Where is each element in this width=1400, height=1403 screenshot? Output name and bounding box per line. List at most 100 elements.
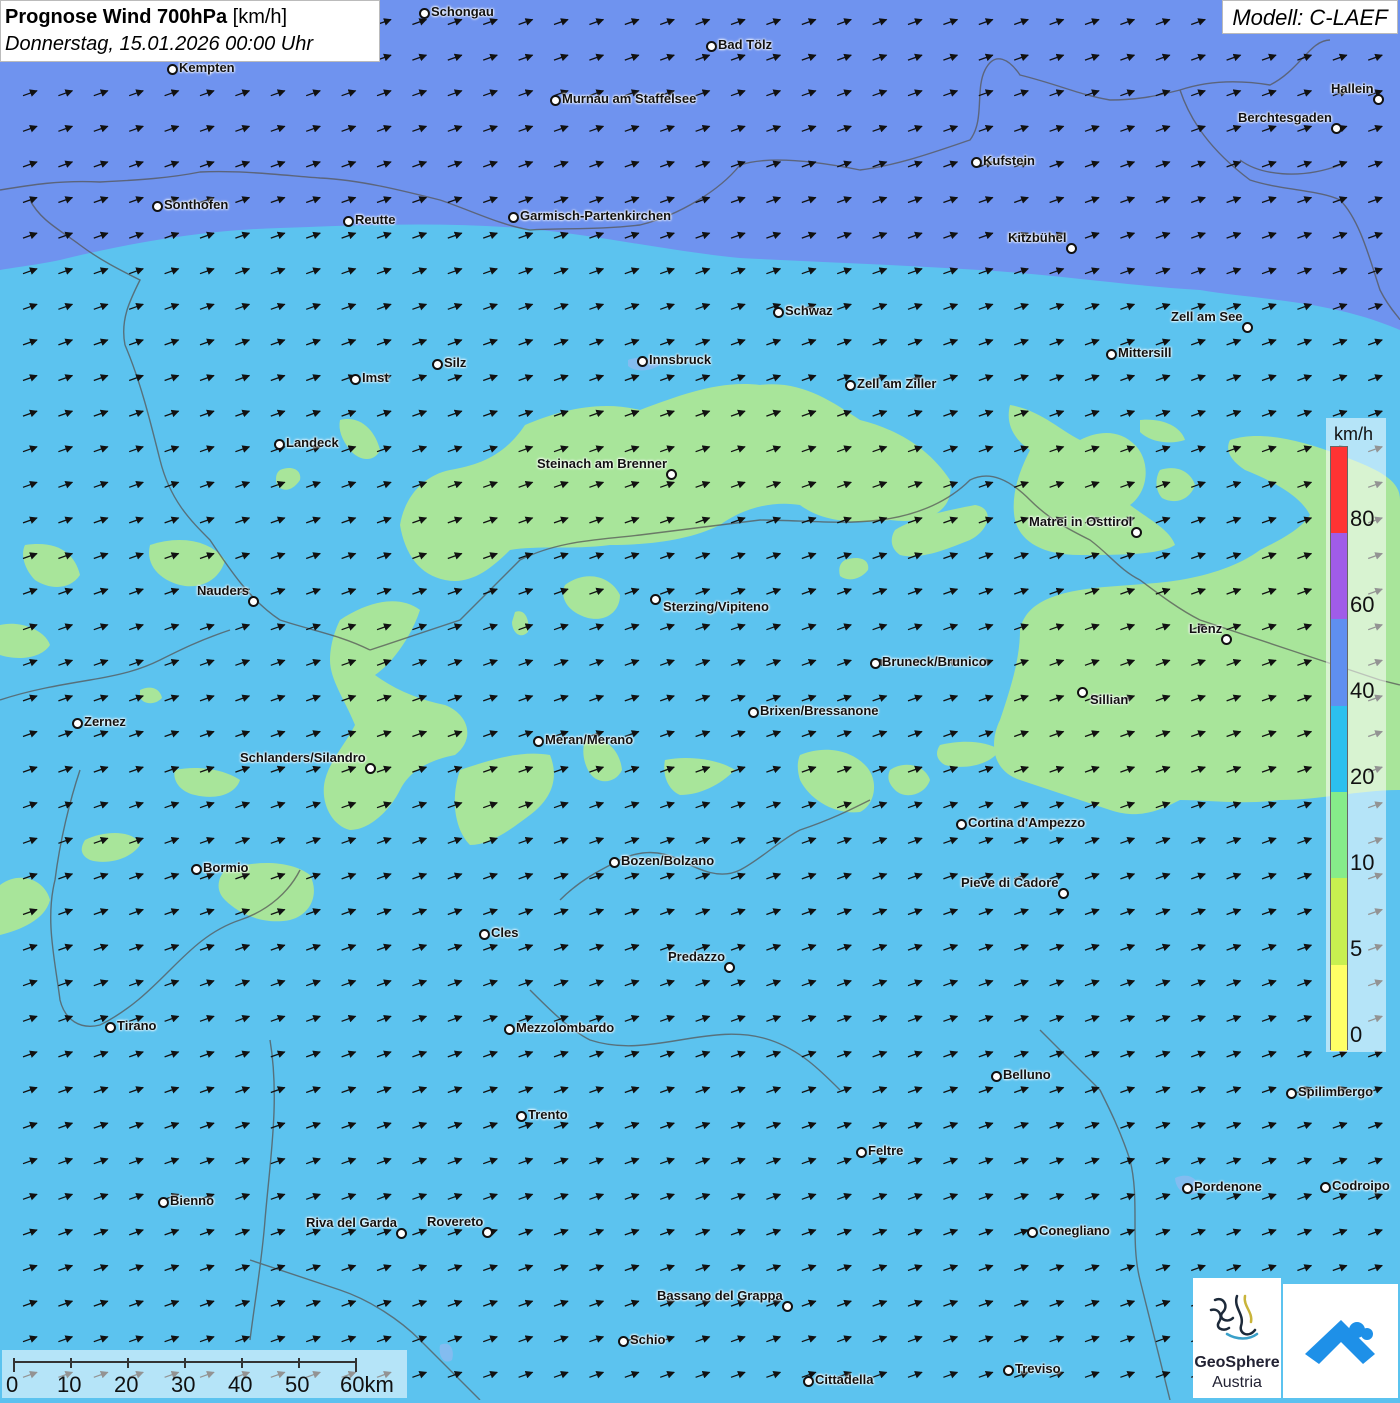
legend-color-step [1331, 878, 1347, 965]
city-marker [1106, 349, 1117, 360]
city-marker [516, 1111, 527, 1122]
city-marker [803, 1376, 814, 1387]
legend-tick-label: 60 [1350, 592, 1375, 617]
city-marker [1182, 1183, 1193, 1194]
legend-unit: km/h [1334, 424, 1374, 444]
city-marker [1286, 1088, 1297, 1099]
city-marker [419, 8, 430, 19]
city-marker [1027, 1227, 1038, 1238]
city-label: Zell am See [1171, 309, 1243, 324]
city-marker [1221, 634, 1232, 645]
legend-color-step [1331, 447, 1347, 533]
city-label: Bassano del Grappa [657, 1288, 783, 1303]
city-label: Cortina d'Ampezzo [968, 815, 1086, 830]
legend-tick-label: 20 [1350, 764, 1375, 789]
city-marker [637, 356, 648, 367]
city-marker [550, 95, 561, 106]
city-marker [845, 380, 856, 391]
city-label: Reutte [355, 212, 396, 227]
city-label: Feltre [868, 1143, 904, 1158]
city-marker [991, 1071, 1002, 1082]
legend-color-step [1331, 791, 1347, 879]
city-label: Bozen/Bolzano [621, 853, 715, 868]
city-marker [1373, 94, 1384, 105]
city-label: Tirano [117, 1018, 157, 1033]
legend-tick-label: 80 [1350, 506, 1375, 531]
city-label: Cles [491, 925, 519, 940]
city-marker [191, 864, 202, 875]
city-marker [432, 359, 443, 370]
legend-tick-label: 10 [1350, 850, 1375, 875]
city-marker [650, 594, 661, 605]
scale-label: 60km [340, 1372, 394, 1397]
city-label: Zernez [84, 714, 126, 729]
scale-label: 20 [114, 1372, 139, 1397]
city-marker [773, 307, 784, 318]
city-label: Riva del Garda [306, 1215, 398, 1230]
city-marker [748, 707, 759, 718]
city-label: Sterzing/Vipiteno [663, 599, 769, 614]
city-marker [508, 212, 519, 223]
city-marker [971, 157, 982, 168]
legend-color-step [1331, 619, 1347, 706]
scale-label: 50 [285, 1372, 310, 1397]
city-label: Bruneck/Brunico [882, 654, 987, 669]
city-label: Schlanders/Silandro [240, 750, 366, 765]
city-marker [706, 41, 717, 52]
app-logo[interactable] [1283, 1284, 1398, 1398]
city-marker [856, 1147, 867, 1158]
map-subtitle: Donnerstag, 15.01.2026 00:00 Uhr [5, 33, 313, 55]
city-marker [152, 201, 163, 212]
city-label: Cittadella [815, 1372, 874, 1387]
map-title-box: Prognose Wind 700hPa [km/h] Donnerstag, … [0, 0, 380, 62]
city-label: Steinach am Brenner [537, 456, 668, 471]
city-label: Sonthofen [164, 197, 229, 212]
city-label: Schongau [431, 4, 494, 19]
city-label: Belluno [1003, 1067, 1051, 1082]
city-label: Conegliano [1039, 1223, 1110, 1238]
scale-label: 30 [171, 1372, 196, 1397]
city-marker [365, 763, 376, 774]
legend-color-step [1331, 533, 1347, 620]
legend-tick-label: 40 [1350, 678, 1375, 703]
city-label: Meran/Merano [545, 732, 634, 747]
city-marker [1131, 527, 1142, 538]
city-marker [870, 658, 881, 669]
city-label: Bormio [203, 860, 249, 875]
city-label: Bad Tölz [718, 37, 773, 52]
legend-tick-label: 0 [1350, 1022, 1363, 1047]
geosphere-name: GeoSphere [1194, 1354, 1280, 1371]
city-marker [105, 1022, 116, 1033]
city-marker [482, 1227, 493, 1238]
city-marker [343, 216, 354, 227]
city-label: Pordenone [1194, 1179, 1262, 1194]
city-label: Codroipo [1332, 1178, 1390, 1193]
city-marker [72, 718, 83, 729]
city-marker [158, 1197, 169, 1208]
city-label: Imst [362, 370, 389, 385]
city-label: Silz [444, 355, 467, 370]
city-label: Brixen/Bressanone [760, 703, 879, 718]
legend-tick-label: 5 [1350, 936, 1363, 961]
city-label: Bienno [170, 1193, 215, 1208]
city-label: Innsbruck [649, 352, 712, 367]
city-label: Predazzo [668, 949, 726, 964]
city-label: Sillian [1090, 692, 1129, 707]
city-label: Schwaz [785, 303, 833, 318]
city-label: Rovereto [427, 1214, 484, 1229]
city-marker [1320, 1182, 1331, 1193]
city-label: Kitzbühel [1008, 230, 1067, 245]
legend-color-step [1331, 964, 1347, 1051]
map-title: Prognose Wind 700hPa [km/h] [5, 6, 288, 28]
city-label: Murnau am Staffelsee [562, 91, 697, 106]
city-label: Landeck [286, 435, 339, 450]
city-label: Garmisch-Partenkirchen [520, 208, 672, 223]
city-label: Mittersill [1118, 345, 1172, 360]
city-label: Trento [528, 1107, 568, 1122]
app-logo-icon [1305, 1320, 1375, 1364]
scale-label: 40 [228, 1372, 253, 1397]
geosphere-logo-icon [1209, 1294, 1259, 1340]
city-marker [396, 1228, 407, 1239]
city-label: Kufstein [983, 153, 1035, 168]
city-label: Mezzolombardo [516, 1020, 615, 1035]
